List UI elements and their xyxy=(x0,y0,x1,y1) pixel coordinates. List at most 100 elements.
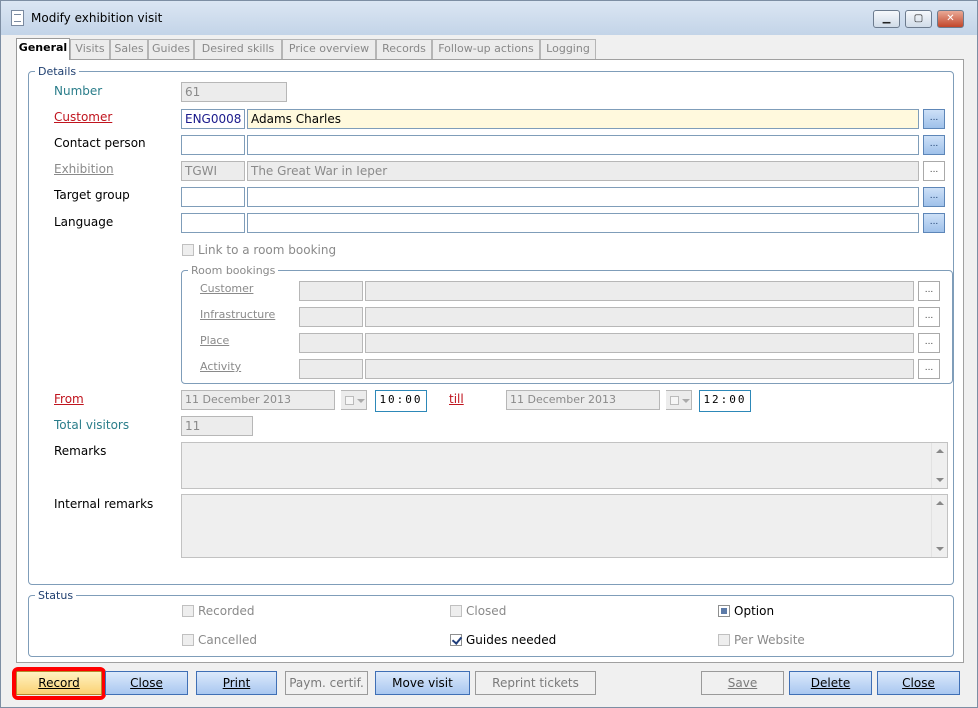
internal-remarks-label: Internal remarks xyxy=(54,497,154,511)
move-visit-button[interactable]: Move visit xyxy=(375,671,470,695)
document-icon xyxy=(11,10,24,26)
details-legend: Details xyxy=(38,65,77,78)
internal-remarks-scrollbar[interactable] xyxy=(931,495,947,557)
till-date-dropdown[interactable] xyxy=(666,390,692,410)
guides-needed-label: Guides needed xyxy=(466,633,557,647)
total-visitors-field[interactable]: 11 xyxy=(181,416,253,436)
close-right-button-label: Close xyxy=(902,676,935,690)
target-group-code-field[interactable] xyxy=(181,187,245,207)
from-time-field[interactable]: 10:00 xyxy=(375,390,427,412)
remarks-scrollbar[interactable] xyxy=(931,443,947,488)
tab-desired-skills[interactable]: Desired skills xyxy=(194,39,282,59)
minimize-button[interactable]: ▁ xyxy=(873,10,900,28)
exhibition-name-field: The Great War in Ieper xyxy=(247,161,919,181)
contact-lookup-button[interactable]: ... xyxy=(923,135,945,155)
from-date-field[interactable]: 11 December 2013 xyxy=(181,390,335,410)
save-button[interactable]: Save xyxy=(701,671,784,695)
save-button-label: Save xyxy=(727,676,758,690)
print-button[interactable]: Print xyxy=(196,671,277,695)
exhibition-label: Exhibition xyxy=(54,162,114,176)
customer-code-field[interactable]: ENG0008 xyxy=(181,109,245,129)
room-customer-code-field xyxy=(299,281,363,301)
closed-checkbox[interactable] xyxy=(450,605,462,617)
place-code-field xyxy=(299,333,363,353)
calendar-icon xyxy=(345,396,354,405)
cancelled-checkbox[interactable] xyxy=(182,634,194,646)
close-left-button-label: Close xyxy=(130,676,163,690)
close-left-button[interactable]: Close xyxy=(105,671,188,695)
tab-sales[interactable]: Sales xyxy=(110,39,148,59)
chevron-down-icon xyxy=(682,399,690,403)
till-date-field[interactable]: 11 December 2013 xyxy=(506,390,660,410)
till-label[interactable]: till xyxy=(449,392,464,406)
target-group-lookup-button[interactable]: ... xyxy=(923,187,945,207)
room-customer-lookup-button[interactable]: ... xyxy=(918,281,940,301)
cancelled-label: Cancelled xyxy=(198,633,257,647)
place-label: Place xyxy=(200,334,230,347)
contact-name-field[interactable] xyxy=(247,135,919,155)
number-field[interactable]: 61 xyxy=(181,82,287,102)
tab-guides[interactable]: Guides xyxy=(148,39,194,59)
closed-label: Closed xyxy=(466,604,507,618)
tab-logging[interactable]: Logging xyxy=(540,39,596,59)
internal-remarks-textarea[interactable] xyxy=(181,494,948,558)
link-room-booking-checkbox[interactable] xyxy=(182,244,194,256)
tab-general[interactable]: General xyxy=(16,38,70,60)
language-label: Language xyxy=(54,215,114,229)
infrastructure-code-field xyxy=(299,307,363,327)
guides-needed-checkbox[interactable] xyxy=(450,634,462,646)
delete-button[interactable]: Delete xyxy=(789,671,872,695)
language-name-field[interactable] xyxy=(247,213,919,233)
per-website-label: Per Website xyxy=(734,633,805,647)
window-title: Modify exhibition visit xyxy=(31,11,163,25)
exhibition-lookup-button[interactable]: ... xyxy=(923,161,945,181)
remarks-label: Remarks xyxy=(54,444,107,458)
recorded-label: Recorded xyxy=(198,604,255,618)
print-button-label: Print xyxy=(222,676,251,690)
total-visitors-label: Total visitors xyxy=(54,418,130,432)
per-website-checkbox[interactable] xyxy=(718,634,730,646)
activity-code-field xyxy=(299,359,363,379)
contact-person-label: Contact person xyxy=(54,136,146,150)
activity-name-field xyxy=(365,359,914,379)
infrastructure-label: Infrastructure xyxy=(200,308,276,321)
contact-code-field[interactable] xyxy=(181,135,245,155)
room-customer-label: Customer xyxy=(200,282,254,295)
maximize-button[interactable]: ▢ xyxy=(905,10,932,28)
activity-lookup-button[interactable]: ... xyxy=(918,359,940,379)
recorded-checkbox[interactable] xyxy=(182,605,194,617)
exhibition-visit-window: Modify exhibition visit ▁ ▢ ✕ General Vi… xyxy=(0,0,978,708)
infrastructure-name-field xyxy=(365,307,914,327)
exhibition-code-field: TGWI xyxy=(181,161,245,181)
customer-label[interactable]: Customer xyxy=(54,110,112,124)
scroll-up-icon xyxy=(936,449,944,453)
calendar-icon xyxy=(670,396,679,405)
place-lookup-button[interactable]: ... xyxy=(918,333,940,353)
from-date-dropdown[interactable] xyxy=(341,390,367,410)
customer-lookup-button[interactable]: ... xyxy=(923,109,945,129)
tab-follow-up-actions[interactable]: Follow-up actions xyxy=(432,39,540,59)
room-bookings-legend: Room bookings xyxy=(191,264,276,277)
reprint-tickets-button[interactable]: Reprint tickets xyxy=(475,671,596,695)
close-right-button[interactable]: Close xyxy=(877,671,960,695)
tab-price-overview[interactable]: Price overview xyxy=(282,39,376,59)
language-lookup-button[interactable]: ... xyxy=(923,213,945,233)
language-code-field[interactable] xyxy=(181,213,245,233)
target-group-name-field[interactable] xyxy=(247,187,919,207)
option-checkbox[interactable] xyxy=(718,605,730,617)
infrastructure-lookup-button[interactable]: ... xyxy=(918,307,940,327)
till-time-field[interactable]: 12:00 xyxy=(699,390,751,412)
customer-name-field[interactable]: Adams Charles xyxy=(247,109,919,129)
tab-visits[interactable]: Visits xyxy=(70,39,110,59)
scroll-up-icon xyxy=(936,501,944,505)
record-button-highlight xyxy=(12,667,106,700)
close-window-button[interactable]: ✕ xyxy=(937,10,964,28)
remarks-textarea[interactable] xyxy=(181,442,948,489)
tab-records[interactable]: Records xyxy=(376,39,432,59)
activity-label: Activity xyxy=(200,360,242,373)
link-room-booking-label: Link to a room booking xyxy=(198,243,337,257)
payment-certificate-button[interactable]: Paym. certif. xyxy=(285,671,368,695)
delete-button-label: Delete xyxy=(810,676,851,690)
title-bar: Modify exhibition visit ▁ ▢ ✕ xyxy=(1,1,977,35)
from-label[interactable]: From xyxy=(54,392,84,406)
